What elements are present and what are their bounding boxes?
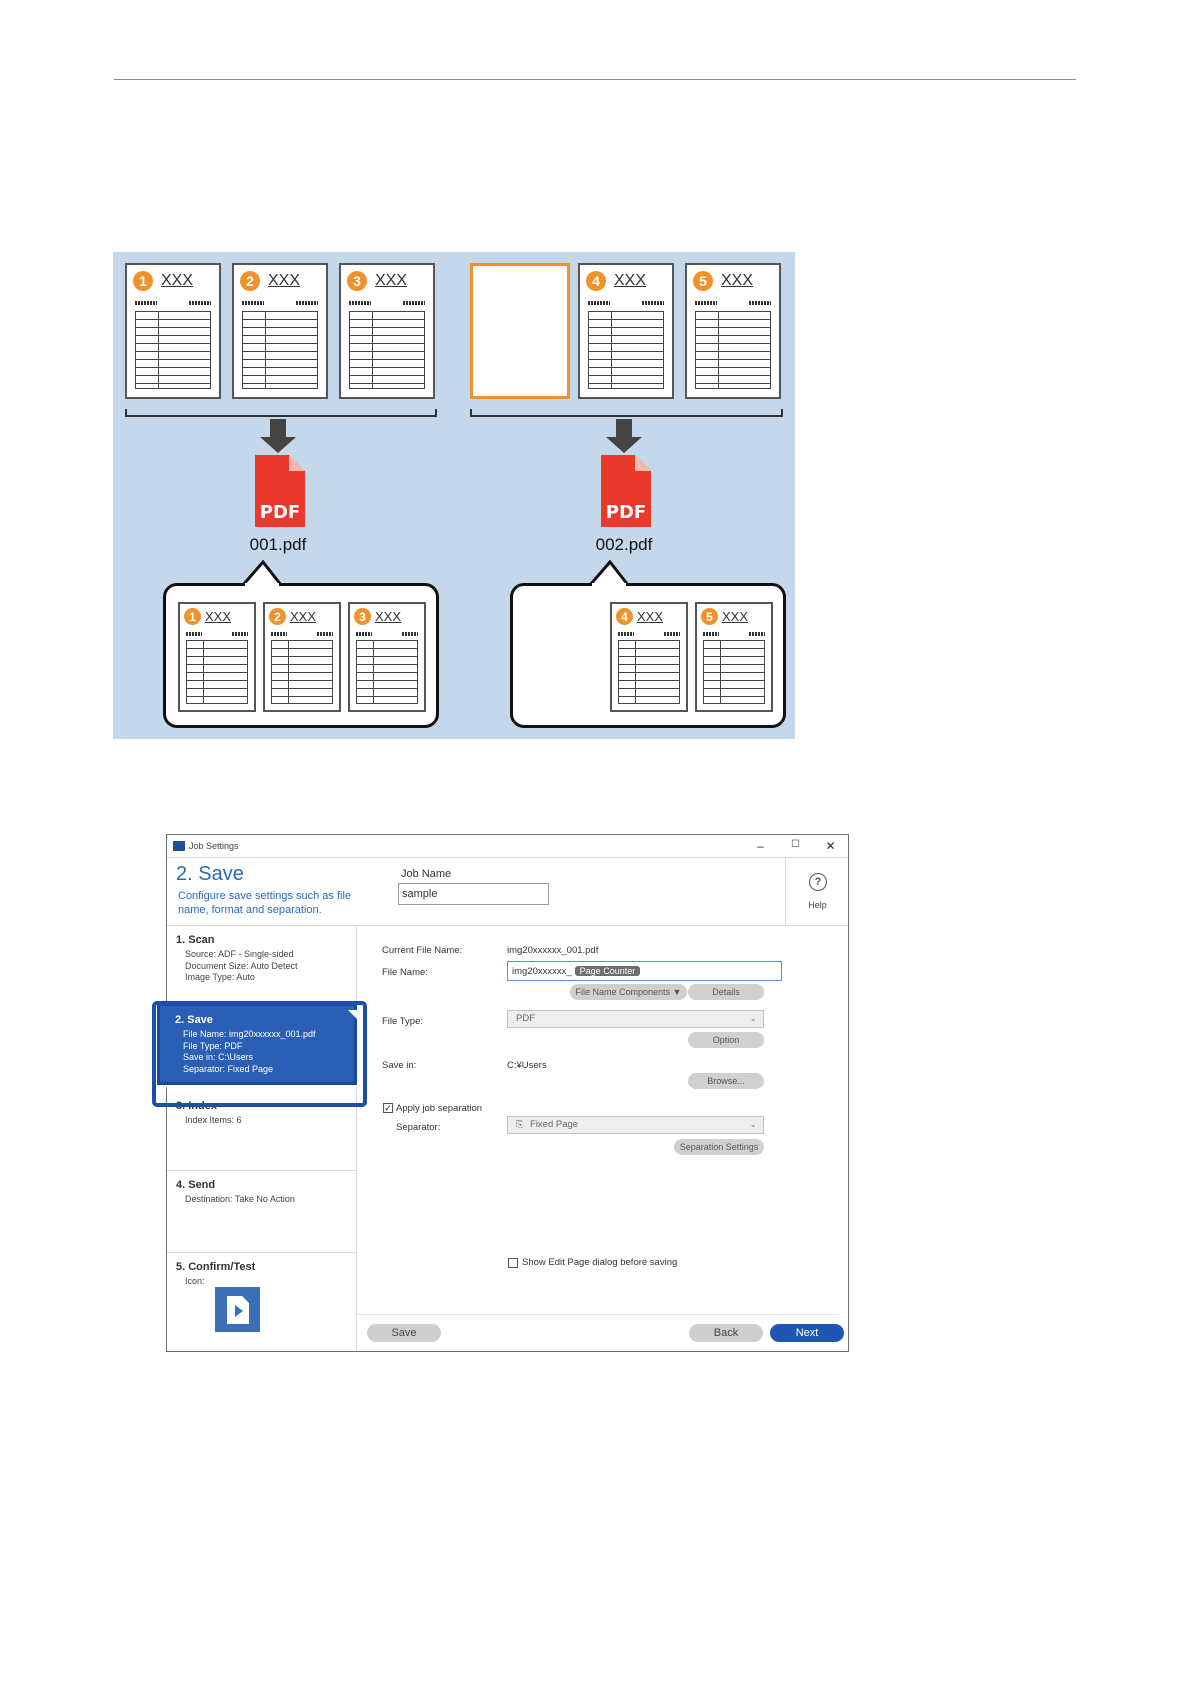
sidebar-item-title: 5. Confirm/Test <box>176 1261 256 1273</box>
browse-button[interactable]: Browse... <box>688 1073 764 1089</box>
option-button[interactable]: Option <box>688 1032 764 1048</box>
back-button[interactable]: Back <box>689 1324 763 1342</box>
sidebar-item-details: File Name: img20xxxxxx_001.pdf File Type… <box>183 1029 316 1074</box>
dialog-header: 2. Save Configure save settings such as … <box>167 857 848 926</box>
sidebar-item-details: Source: ADF - Single-sided Document Size… <box>185 949 298 982</box>
help-icon: ? <box>809 873 827 891</box>
window-title: Job Settings <box>189 841 239 851</box>
separator-label: Separator: <box>396 1122 441 1133</box>
sidebar-item-save[interactable]: 2. Save File Name: img20xxxxxx_001.pdf F… <box>155 1001 360 1087</box>
save-settings-form: Current File Name: img20xxxxxx_001.pdf F… <box>357 926 848 1351</box>
chevron-down-icon: ⌄ <box>749 1119 757 1129</box>
maximize-button[interactable]: ☐ <box>778 839 813 853</box>
file-name-label: File Name: <box>382 967 428 978</box>
step-title: 2. Save <box>176 863 244 885</box>
job-icon <box>215 1287 260 1332</box>
close-button[interactable]: ✕ <box>813 839 848 853</box>
help-button[interactable]: ? Help <box>785 857 849 924</box>
show-edit-page-label: Show Edit Page dialog before saving <box>522 1257 678 1268</box>
file-name-text: img20xxxxxx_ <box>512 965 572 977</box>
save-button[interactable]: Save <box>367 1324 441 1342</box>
chevron-down-icon: ⌄ <box>749 1013 757 1023</box>
file-type-label: File Type: <box>382 1016 424 1027</box>
footer-divider <box>357 1314 839 1315</box>
sidebar-item-confirm-test[interactable]: 5. Confirm/Test Icon: <box>167 1253 356 1351</box>
bubble-tail-covers-2 <box>245 583 626 588</box>
app-icon <box>173 841 185 851</box>
file-name-components-button[interactable]: File Name Components ▼ <box>570 984 687 1000</box>
sidebar-item-index[interactable]: 3. Index Index Items: 6 <box>167 1092 356 1171</box>
separator-select[interactable]: ⎘ Fixed Page ⌄ <box>507 1116 764 1134</box>
page-separator-icon: ⎘ <box>516 1119 524 1129</box>
sidebar-item-details: Destination: Take No Action <box>185 1194 295 1204</box>
sidebar-item-scan[interactable]: 1. Scan Source: ADF - Single-sided Docum… <box>167 926 356 1003</box>
minimize-button[interactable]: – <box>743 839 778 853</box>
step-description: Configure save settings such as file nam… <box>178 890 352 916</box>
separation-settings-button[interactable]: Separation Settings <box>674 1139 764 1155</box>
sidebar-item-title: 3. Index <box>176 1100 217 1112</box>
job-name-label: Job Name <box>401 868 452 880</box>
apply-separation-checkbox[interactable]: ✓ <box>383 1103 393 1113</box>
job-name-input[interactable]: sample <box>398 883 549 905</box>
page-counter-token[interactable]: Page Counter <box>574 966 641 976</box>
title-bar: Job Settings – ☐ ✕ <box>167 835 848 858</box>
apply-separation-label: Apply job separation <box>396 1103 483 1114</box>
separator-value: Fixed Page <box>530 1119 579 1130</box>
help-label: Help <box>808 900 827 910</box>
save-in-value: C:¥Users <box>507 1060 547 1071</box>
next-button[interactable]: Next <box>770 1324 844 1342</box>
file-type-select[interactable]: PDF ⌄ <box>507 1010 764 1028</box>
current-file-name-label: Current File Name: <box>382 945 463 956</box>
current-file-name-value: img20xxxxxx_001.pdf <box>507 945 599 956</box>
sidebar-item-title: 1. Scan <box>176 934 215 946</box>
job-separation-illustration: 1 XXX 2 XXX 3 XXX 4 XXX 5 XXX PDF PDF 001.pdf… <box>113 252 795 739</box>
show-edit-page-checkbox[interactable] <box>508 1258 518 1268</box>
file-name-input[interactable]: img20xxxxxx_ Page Counter <box>507 961 782 981</box>
details-button[interactable]: Details <box>688 984 764 1000</box>
file-type-value: PDF <box>516 1013 535 1024</box>
steps-sidebar: 1. Scan Source: ADF - Single-sided Docum… <box>155 926 360 1351</box>
sidebar-item-title: 4. Send <box>176 1179 216 1191</box>
sidebar-item-title: 2. Save <box>175 1014 213 1026</box>
sidebar-item-send[interactable]: 4. Send Destination: Take No Action <box>167 1171 356 1253</box>
header-rule <box>114 79 1076 80</box>
sidebar-item-details: Index Items: 6 <box>185 1115 242 1125</box>
job-settings-dialog: Job Settings – ☐ ✕ 2. Save Configure sav… <box>155 834 849 1352</box>
sidebar-item-details: Icon: <box>185 1276 205 1286</box>
save-in-label: Save in: <box>382 1060 417 1071</box>
